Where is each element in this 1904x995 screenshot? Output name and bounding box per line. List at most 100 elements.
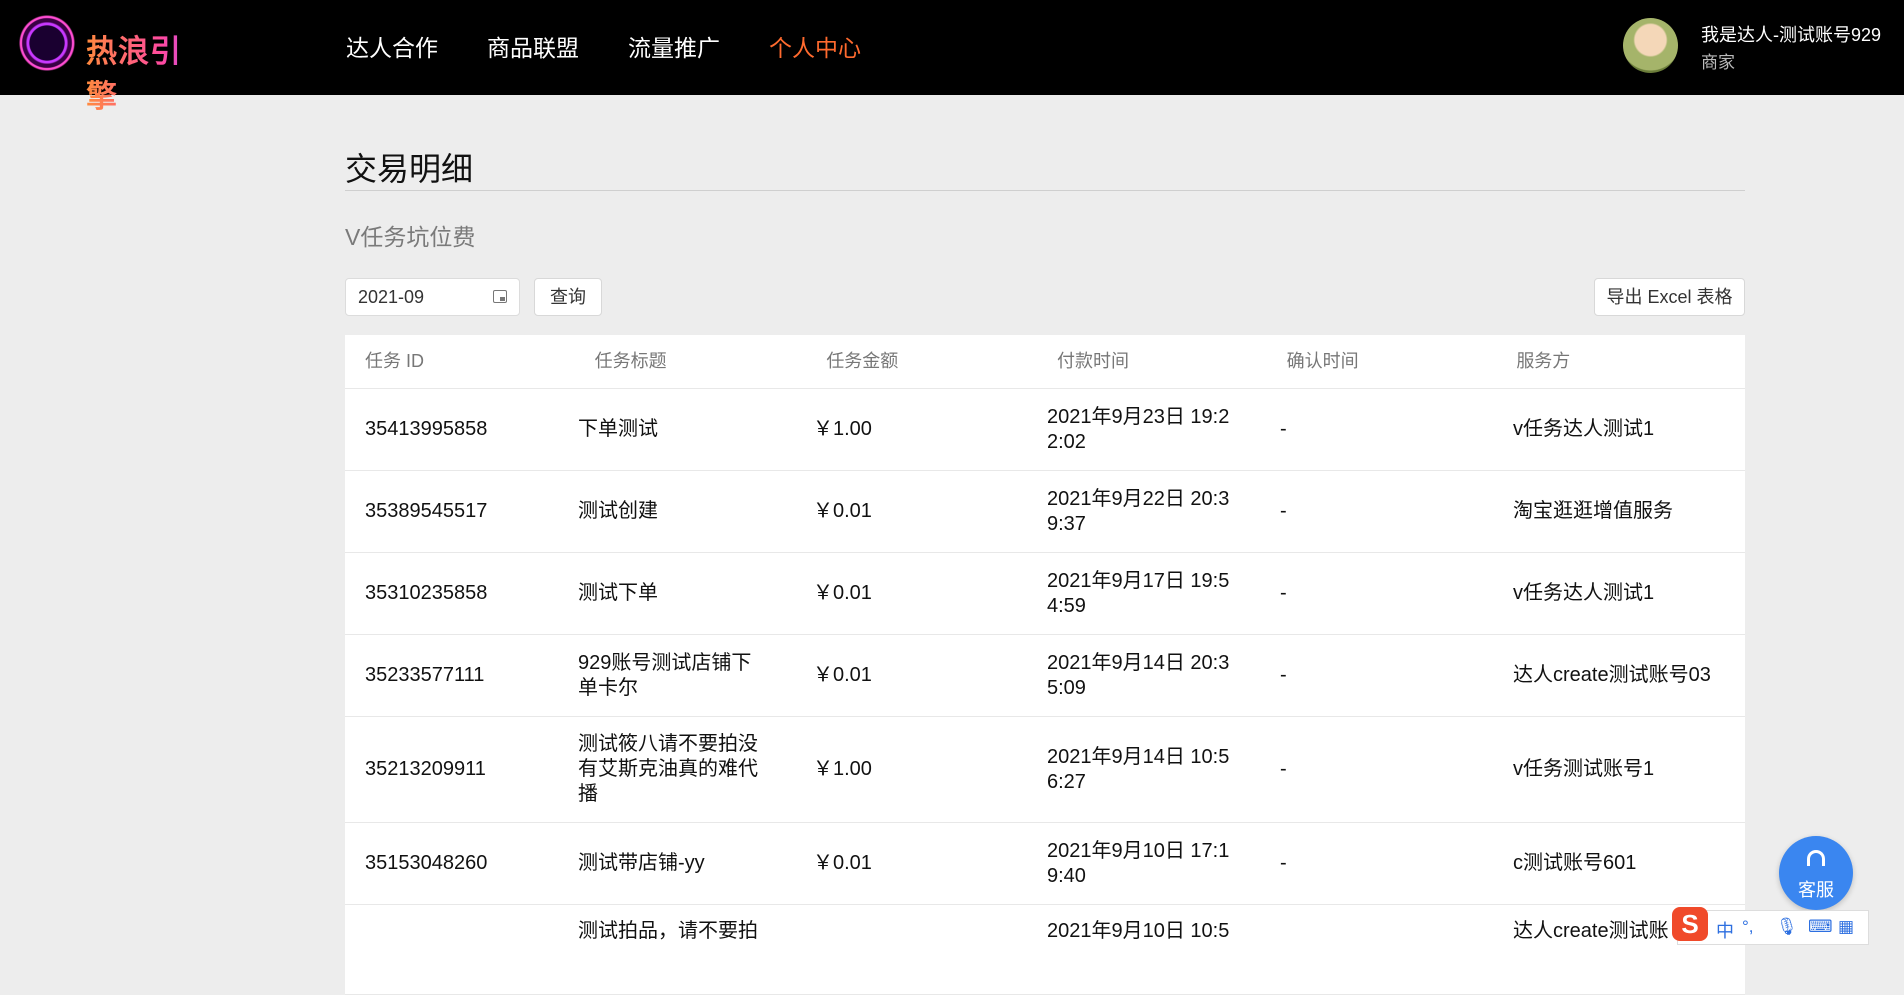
cell-task-title: 下单测试 [578,417,813,442]
cell-task-amount-text: ￥0.01 [813,500,872,522]
cell-paid-time: 2021年9月14日 20:35:09 [1047,651,1280,701]
cell-task-id: 35413995858 [345,417,578,442]
cell-confirm-time: - [1280,757,1513,782]
cell-task-id: 35213209911 [345,757,578,782]
avatar[interactable] [1623,18,1678,73]
cell-confirm-time-text: - [1280,852,1287,874]
cell-task-id-text: 35413995858 [365,418,488,440]
table-row[interactable]: 35389545517 测试创建 ￥0.01 2021年9月22日 20:39:37 -… [345,471,1745,553]
customer-service-button[interactable]: 客服 [1779,836,1853,910]
cell-task-amount: ￥0.01 [813,499,1047,524]
cell-task-title-text: 测试创建 [578,500,658,522]
cell-confirm-time: - [1280,851,1513,876]
brand-logo[interactable]: 热浪引擎 [12,8,212,114]
cell-confirm-time-text: - [1280,418,1287,440]
cell-provider: v任务测试账号1 [1513,757,1745,782]
month-picker-input[interactable]: 2021-09 [345,278,520,316]
cell-confirm-time-text: - [1280,582,1287,604]
microphone-icon[interactable]: 🎙 [1776,917,1798,937]
cell-task-id-text: 35153048260 [365,852,488,874]
customer-service-label: 客服 [1798,880,1834,900]
column-header-task-title: 任务标题 [594,351,667,371]
cell-paid-time: 2021年9月10日 10:5 [1047,919,1280,944]
cell-provider-text: v任务达人测试1 [1513,582,1655,604]
cell-task-id-text: 35213209911 [365,758,486,780]
calendar-icon[interactable] [493,290,507,303]
logo-ring-icon [15,11,79,75]
cell-task-title-text: 929账号测试店铺下单卡尔 [578,651,752,699]
column-header-provider: 服务方 [1516,351,1571,371]
cell-paid-time-text: 2021年9月10日 17:19:40 [1047,839,1230,887]
cell-provider-text: c测试账号601 [1513,852,1637,874]
cell-provider-text: 淘宝逛逛增值服务 [1513,500,1673,522]
cell-task-title: 测试下单 [578,581,813,606]
cell-task-title: 测试筱八请不要拍没有艾斯克油真的难代播 [578,732,813,807]
cell-paid-time-text: 2021年9月17日 19:54:59 [1047,569,1230,617]
cell-provider-text: v任务测试账号1 [1513,758,1655,780]
cell-paid-time-text: 2021年9月14日 10:56:27 [1047,745,1230,793]
cell-paid-time: 2021年9月10日 17:19:40 [1047,839,1280,889]
table-row[interactable]: 35310235858 测试下单 ￥0.01 2021年9月17日 19:54:59 -… [345,553,1745,635]
user-name: 我是达人-测试账号929 [1701,25,1882,45]
cell-paid-time: 2021年9月22日 20:39:37 [1047,487,1280,537]
cell-task-amount: ￥1.00 [813,757,1047,782]
table-row[interactable]: 35413995858 下单测试 ￥1.00 2021年9月23日 19:22:02 -… [345,389,1745,471]
user-role: 商家 [1701,53,1735,72]
section-subtitle: V任务坑位费 [345,224,476,250]
apps-grid-icon[interactable]: ▦ [1838,917,1854,937]
column-header-task-id: 任务 ID [365,351,425,371]
logo-text: 热浪引擎 [86,26,212,116]
cell-task-title: 测试拍品，请不要拍 [578,919,813,944]
nav-item-3[interactable]: 个人中心 [769,28,861,68]
nav-item-1[interactable]: 商品联盟 [487,28,579,68]
main-nav: 达人合作 商品联盟 流量推广 个人中心 [346,28,861,68]
table-header: 任务 ID 任务标题 任务金额 付款时间 确认时间 服务方 [345,335,1745,389]
cell-paid-time: 2021年9月17日 19:54:59 [1047,569,1280,619]
cell-task-amount: ￥0.01 [813,663,1047,688]
nav-item-0[interactable]: 达人合作 [346,28,438,68]
cell-task-id-text: 35310235858 [365,582,488,604]
ime-language-toggle[interactable]: 中 [1716,917,1734,943]
cell-task-amount: ￥0.01 [813,581,1047,606]
cell-provider: v任务达人测试1 [1513,417,1745,442]
cell-task-amount: ￥1.00 [813,417,1047,442]
export-excel-button[interactable]: 导出 Excel 表格 [1594,278,1745,316]
cell-confirm-time: - [1280,581,1513,606]
month-picker-value: 2021-09 [358,287,425,307]
ime-toolbar[interactable]: S 中 °, 🎙 ⌨ ▦ [1672,907,1869,945]
cell-task-title: 929账号测试店铺下单卡尔 [578,651,813,701]
ime-punctuation-toggle[interactable]: °, [1742,917,1754,937]
sogou-logo-icon[interactable]: S [1672,907,1708,941]
cell-task-title: 测试创建 [578,499,813,524]
column-header-task-amount: 任务金额 [826,351,899,371]
cell-confirm-time: - [1280,417,1513,442]
cell-task-amount-text: ￥0.01 [813,664,872,686]
table-row[interactable]: 35233577111 929账号测试店铺下单卡尔 ￥0.01 2021年9月14日 … [345,635,1745,717]
cell-paid-time-text: 2021年9月10日 10:5 [1047,920,1230,942]
table-body: 35413995858 下单测试 ￥1.00 2021年9月23日 19:22:02 -… [345,389,1745,995]
cell-task-title: 测试带店铺-yy [578,851,813,876]
cell-confirm-time-text: - [1280,500,1287,522]
cell-task-amount-text: ￥1.00 [813,418,872,440]
transactions-table: 任务 ID 任务标题 任务金额 付款时间 确认时间 服务方 3541399585… [345,335,1745,995]
user-profile[interactable]: 我是达人-测试账号929 商家 [1623,18,1893,76]
cell-provider-text: v任务达人测试1 [1513,418,1655,440]
cell-task-title-text: 下单测试 [578,418,658,440]
table-row[interactable]: 35213209911 测试筱八请不要拍没有艾斯克油真的难代播 ￥1.00 2021年… [345,717,1745,823]
cell-task-title-text: 测试带店铺-yy [578,852,705,874]
top-navigation-bar: 热浪引擎 达人合作 商品联盟 流量推广 个人中心 我是达人-测试账号929 商家 [0,0,1904,114]
nav-item-2[interactable]: 流量推广 [628,28,720,68]
cell-provider: v任务达人测试1 [1513,581,1745,606]
cell-task-id: 35310235858 [345,581,578,606]
table-row[interactable]: 测试拍品，请不要拍 2021年9月10日 10:5 达人create测试账 [345,905,1745,995]
cell-task-amount-text: ￥0.01 [813,852,872,874]
keyboard-icon[interactable]: ⌨ [1808,917,1833,937]
table-row[interactable]: 35153048260 测试带店铺-yy ￥0.01 2021年9月10日 17:19… [345,823,1745,905]
query-button[interactable]: 查询 [534,278,602,316]
cell-confirm-time-text: - [1280,758,1287,780]
column-header-confirm-time: 确认时间 [1286,351,1359,371]
cell-provider-text: 达人create测试账号03 [1513,664,1711,686]
cell-provider: 淘宝逛逛增值服务 [1513,499,1745,524]
cell-task-id: 35233577111 [345,663,578,688]
cell-paid-time-text: 2021年9月22日 20:39:37 [1047,487,1230,535]
